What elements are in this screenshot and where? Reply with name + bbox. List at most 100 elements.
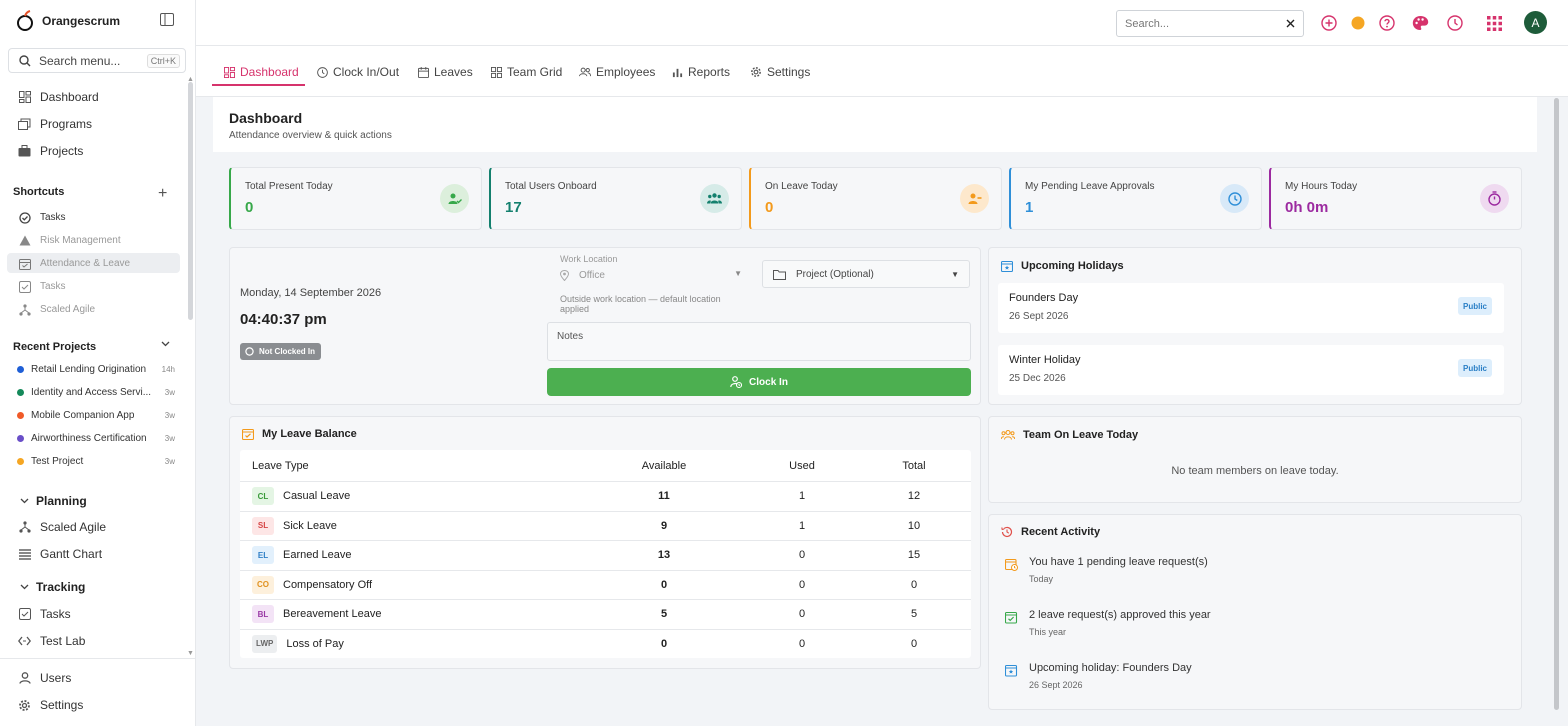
activity-time: Today (1029, 574, 1054, 584)
stat-label: Total Users Onboard (505, 181, 597, 192)
sidebar-item-gantt-chart[interactable]: Gantt Chart (18, 547, 102, 561)
calendar-star-icon (1005, 664, 1018, 690)
shortcut-item-tasks-2[interactable]: Tasks (18, 280, 66, 293)
map-pin-icon (560, 269, 569, 281)
shortcut-item-scaled-agile[interactable]: Scaled Agile (18, 303, 95, 316)
leave-type-cell: BL Bereavement Leave (252, 605, 381, 624)
tab-settings[interactable]: Settings (750, 60, 810, 84)
tab-leaves[interactable]: Leaves (418, 60, 473, 84)
notes-placeholder: Notes (557, 331, 584, 342)
user-check-icon (440, 184, 469, 213)
stat-card-total-users: Total Users Onboard 17 (489, 167, 742, 230)
sidebar-item-tasks[interactable]: Tasks (18, 607, 71, 621)
sidebar-item-label: Users (40, 671, 72, 685)
project-select[interactable]: Project (Optional) ▼ (762, 260, 970, 288)
column-header: Available (641, 459, 687, 472)
status-dot-icon[interactable] (1349, 14, 1367, 32)
available-cell: 5 (660, 608, 668, 621)
recent-project-item[interactable]: Retail Lending Origination 14h (17, 364, 175, 375)
group-toggle-planning[interactable]: Planning (20, 494, 87, 508)
people-icon (579, 67, 591, 77)
table-row: SL Sick Leave 9 1 10 (240, 510, 971, 541)
palette-icon[interactable] (1411, 14, 1429, 32)
sidebar-item-scaled-agile[interactable]: Scaled Agile (18, 520, 106, 534)
recent-project-item[interactable]: Test Project 3w (17, 456, 175, 467)
brand[interactable]: Orangescrum (16, 8, 120, 34)
hierarchy-icon (18, 521, 31, 534)
tab-employees[interactable]: Employees (579, 60, 655, 84)
help-icon[interactable] (1378, 14, 1396, 32)
sidebar-item-settings[interactable]: Settings (18, 698, 83, 712)
recent-project-item[interactable]: Mobile Companion App 3w (17, 410, 175, 421)
menu-search-input[interactable]: Search menu... Ctrl+K (8, 48, 186, 73)
top-bar: Search... A (196, 0, 1568, 46)
sidebar-item-projects[interactable]: Projects (18, 144, 83, 158)
activity-item: 2 leave request(s) approved this year Th… (1005, 609, 1211, 637)
shortcut-item-risk-management[interactable]: Risk Management (18, 234, 121, 247)
history-clock-icon[interactable] (1446, 14, 1464, 32)
shortcut-item-tasks[interactable]: Tasks (18, 211, 66, 224)
clock-in-button[interactable]: Clock In (547, 368, 971, 396)
notes-textarea[interactable]: Notes (547, 322, 971, 361)
group-toggle-tracking[interactable]: Tracking (20, 580, 85, 594)
tab-clock-in-out[interactable]: Clock In/Out (317, 60, 399, 84)
group-title: Planning (36, 494, 87, 508)
used-cell: 1 (798, 490, 806, 503)
stat-value: 1 (1025, 199, 1034, 216)
scroll-up-icon[interactable]: ▲ (187, 76, 194, 83)
sidebar-item-users[interactable]: Users (18, 671, 71, 685)
sidebar-collapse-icon[interactable] (160, 13, 175, 27)
total-cell: 0 (910, 578, 918, 591)
menu-search-placeholder: Search menu... (39, 53, 121, 68)
stat-label: On Leave Today (765, 181, 838, 192)
main-scrollbar[interactable] (1554, 98, 1559, 710)
project-age: 3w (164, 434, 175, 443)
leave-balance-header: My Leave Balance (242, 428, 357, 440)
active-tab-indicator (212, 84, 305, 86)
sidebar-item-dashboard[interactable]: Dashboard (18, 90, 99, 104)
work-location-select[interactable]: Office ▼ (560, 264, 746, 286)
holiday-name: Winter Holiday (1009, 354, 1081, 366)
users-icon (1001, 430, 1015, 440)
scroll-down-icon[interactable]: ▼ (187, 650, 194, 657)
sidebar-scrollbar[interactable] (188, 82, 193, 320)
stat-card-pending-approvals: My Pending Leave Approvals 1 (1009, 167, 1262, 230)
user-avatar[interactable]: A (1524, 11, 1547, 34)
column-header: Used (789, 459, 815, 472)
project-age: 3w (164, 411, 175, 420)
leave-code-badge: SL (252, 516, 274, 535)
chevron-down-icon (20, 498, 29, 504)
available-cell: 9 (660, 519, 668, 532)
tab-dashboard[interactable]: Dashboard (224, 60, 299, 84)
tab-team-grid[interactable]: Team Grid (491, 60, 562, 84)
sidebar-item-label: Settings (40, 698, 84, 712)
add-shortcut-button[interactable]: + (158, 185, 167, 203)
shortcut-label: Attendance & Leave (40, 258, 131, 269)
table-row: LWP Loss of Pay 0 0 0 (240, 628, 971, 659)
card-title: Recent Activity (1021, 526, 1101, 538)
recent-project-item[interactable]: Airworthiness Certification 3w (17, 433, 175, 444)
sidebar-item-programs[interactable]: Programs (18, 117, 92, 131)
tab-label: Dashboard (240, 65, 299, 79)
sidebar-divider (0, 658, 196, 659)
project-name: Identity and Access Servi... (31, 387, 152, 398)
chevron-down-icon (20, 584, 29, 590)
tab-label: Team Grid (507, 65, 563, 79)
activity-item: Upcoming holiday: Founders Day 26 Sept 2… (1005, 662, 1192, 690)
global-search-input[interactable]: Search... (1116, 10, 1304, 37)
chevron-down-icon[interactable] (161, 341, 170, 347)
tab-reports[interactable]: Reports (672, 60, 730, 84)
code-icon (18, 635, 31, 648)
stat-value: 0 (245, 199, 254, 216)
sidebar-item-test-lab[interactable]: Test Lab (18, 634, 85, 648)
clear-search-icon[interactable] (1286, 19, 1295, 28)
holiday-item: Winter Holiday 25 Dec 2026 Public (998, 345, 1504, 395)
project-age: 3w (164, 388, 175, 397)
leave-type-cell: CL Casual Leave (252, 487, 350, 506)
shortcut-item-attendance-leave[interactable]: Attendance & Leave (18, 257, 130, 270)
add-circle-icon[interactable] (1320, 14, 1338, 32)
apps-grid-icon[interactable] (1485, 14, 1503, 32)
clock-in-card: Monday, 14 September 2026 04:40:37 pm No… (229, 247, 981, 405)
check-circle-icon (18, 211, 31, 224)
recent-project-item[interactable]: Identity and Access Servi... 3w (17, 387, 175, 398)
